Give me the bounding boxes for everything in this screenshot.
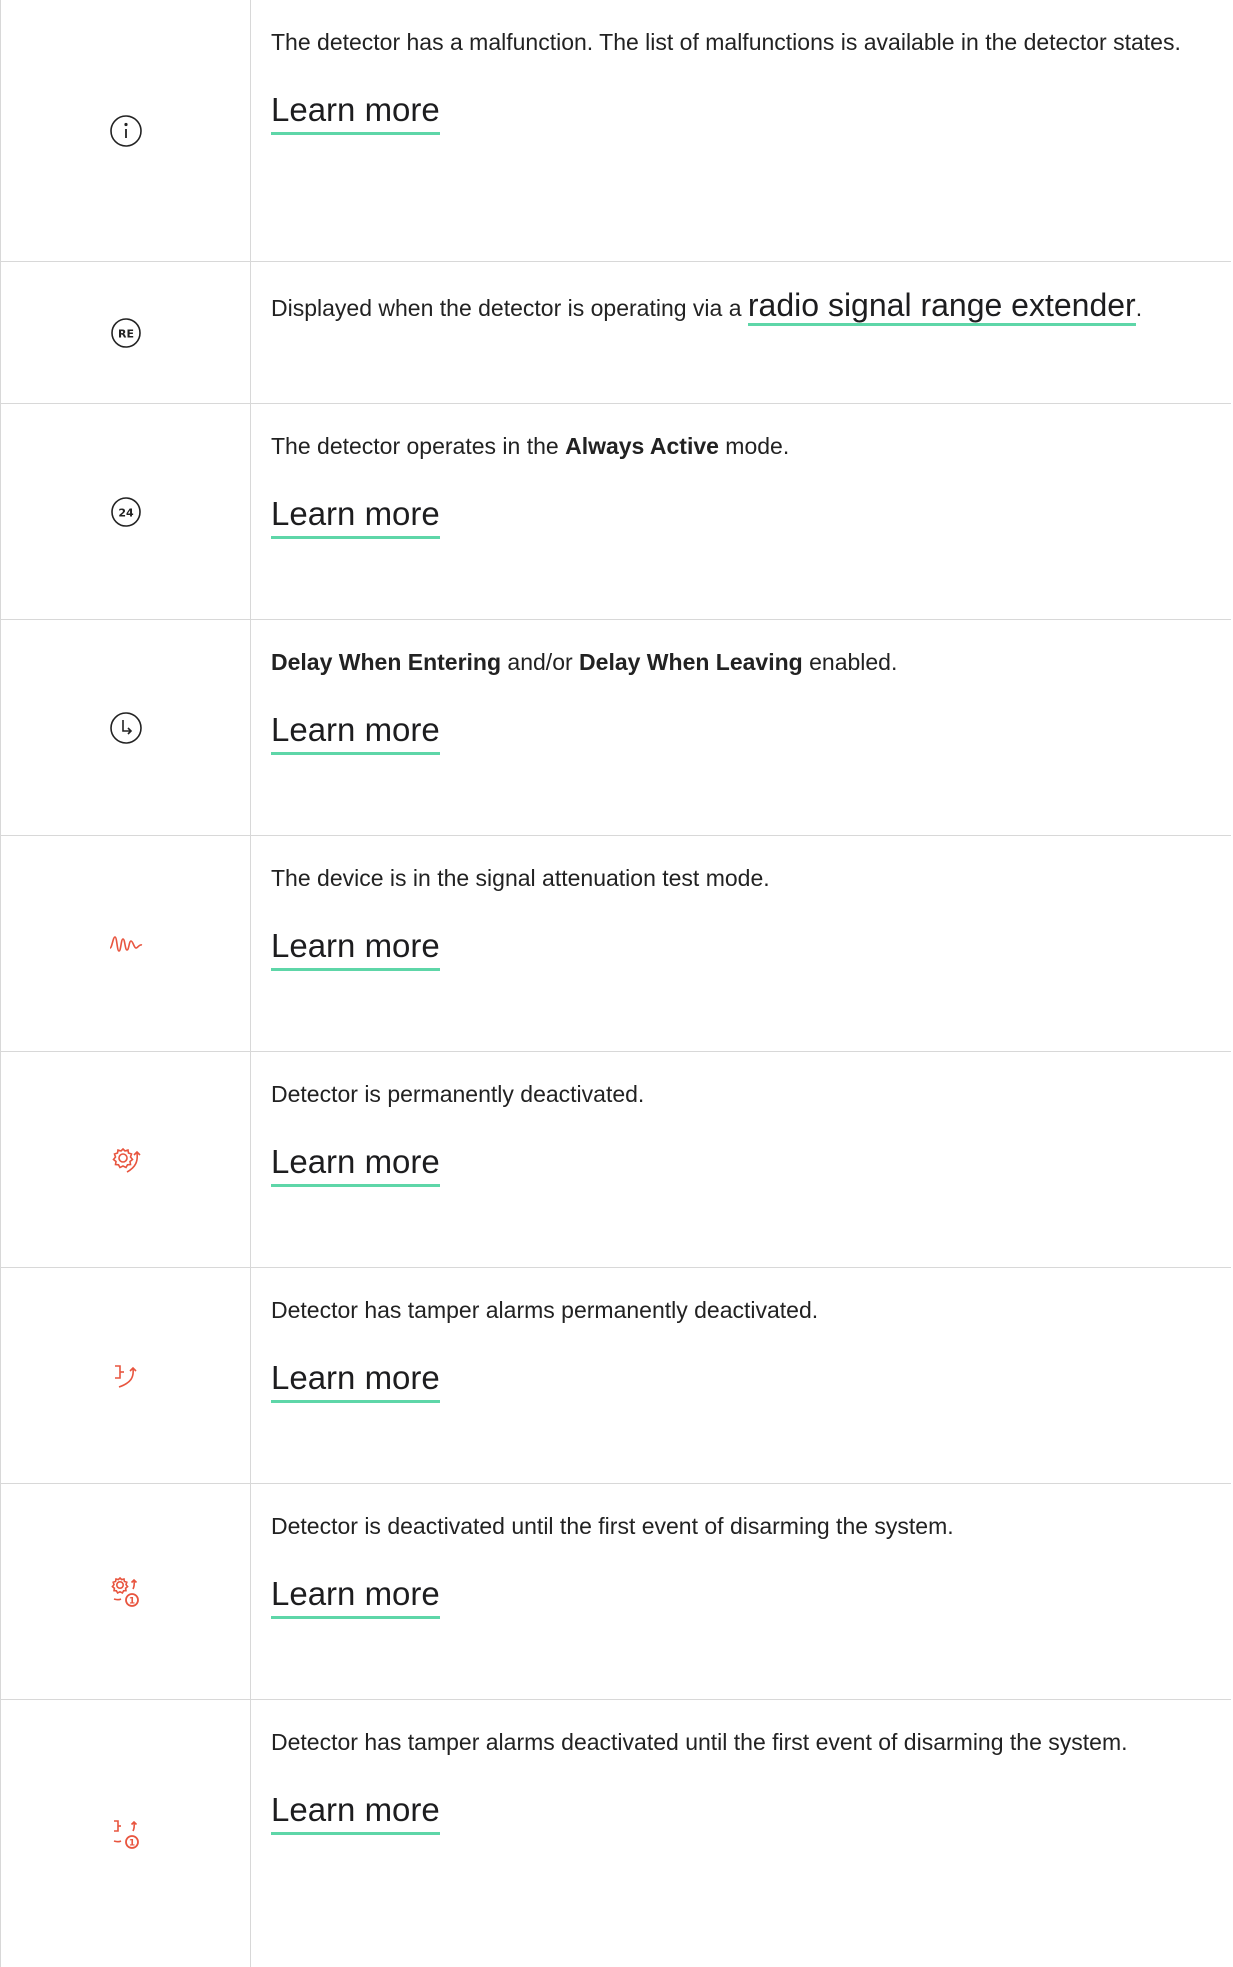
icon-cell	[1, 620, 251, 835]
table-row: Delay When Entering and/or Delay When Le…	[1, 620, 1231, 836]
row-description: Detector has tamper alarms deactivated u…	[271, 1729, 1128, 1755]
description-text-end: .	[1135, 295, 1143, 321]
row-description: Displayed when the detector is operating…	[271, 278, 1211, 335]
learn-more-link[interactable]: Learn more	[271, 926, 440, 971]
24-icon: 24	[110, 496, 142, 528]
clock-delay-icon	[109, 711, 143, 745]
description-cell: Displayed when the detector is operating…	[251, 262, 1231, 403]
table-row: Detector has tamper alarms permanently d…	[1, 1268, 1231, 1484]
row-description: Detector is deactivated until the first …	[271, 1513, 954, 1539]
description-cell: The device is in the signal attenuation …	[251, 836, 1231, 1051]
table-row: 1 Detector has tamper alarms deactivated…	[1, 1700, 1231, 1967]
icon-cell: RE	[1, 262, 251, 403]
icon-cell	[1, 836, 251, 1051]
description-cell: Detector has tamper alarms deactivated u…	[251, 1700, 1231, 1967]
svg-text:RE: RE	[118, 327, 134, 340]
row-description: Detector has tamper alarms permanently d…	[271, 1297, 819, 1323]
icon-cell	[1, 1268, 251, 1483]
icon-cell: 1	[1, 1484, 251, 1699]
setting-name: Delay When Entering	[271, 649, 502, 675]
table-row: 1 Detector is deactivated until the firs…	[1, 1484, 1231, 1700]
gear-one-time-icon: 1	[109, 1575, 143, 1609]
learn-more-link[interactable]: Learn more	[271, 494, 440, 539]
info-icon	[109, 114, 143, 148]
re-icon: RE	[110, 317, 142, 349]
signal-wave-icon	[108, 933, 144, 955]
icon-cell: 1	[1, 1700, 251, 1967]
icon-cell: 24	[1, 404, 251, 619]
icon-cell	[1, 1052, 251, 1267]
description-cell: Detector is permanently deactivated. Lea…	[251, 1052, 1231, 1267]
setting-name: Delay When Leaving	[579, 649, 803, 675]
row-description: The device is in the signal attenuation …	[271, 865, 770, 891]
table-row: RE Displayed when the detector is operat…	[1, 262, 1231, 404]
learn-more-link[interactable]: Learn more	[271, 710, 440, 755]
gear-deactivated-icon	[109, 1145, 143, 1175]
learn-more-link[interactable]: Learn more	[271, 90, 440, 135]
table-row: The device is in the signal attenuation …	[1, 836, 1231, 1052]
states-table: The detector has a malfunction. The list…	[0, 0, 1231, 1967]
svg-text:1: 1	[128, 1596, 134, 1606]
row-description: The detector operates in the Always Acti…	[271, 433, 790, 459]
learn-more-link[interactable]: Learn more	[271, 1574, 440, 1619]
icon-cell	[1, 0, 251, 261]
range-extender-link[interactable]: radio signal range extender	[747, 287, 1136, 326]
learn-more-link[interactable]: Learn more	[271, 1790, 440, 1835]
table-row: 24 The detector operates in the Always A…	[1, 404, 1231, 620]
description-text: Displayed when the detector is operating…	[271, 295, 748, 321]
description-cell: The detector operates in the Always Acti…	[251, 404, 1231, 619]
table-row: The detector has a malfunction. The list…	[1, 0, 1231, 262]
svg-text:24: 24	[118, 506, 134, 519]
row-description: Delay When Entering and/or Delay When Le…	[271, 649, 898, 675]
description-cell: Delay When Entering and/or Delay When Le…	[251, 620, 1231, 835]
tamper-one-time-icon: 1	[109, 1817, 143, 1851]
description-cell: The detector has a malfunction. The list…	[251, 0, 1231, 261]
svg-text:1: 1	[128, 1838, 134, 1848]
mode-name: Always Active	[565, 433, 719, 459]
description-cell: Detector is deactivated until the first …	[251, 1484, 1231, 1699]
row-description: Detector is permanently deactivated.	[271, 1081, 645, 1107]
tamper-deactivated-icon	[109, 1361, 143, 1391]
row-description: The detector has a malfunction. The list…	[271, 29, 1181, 55]
learn-more-link[interactable]: Learn more	[271, 1142, 440, 1187]
learn-more-link[interactable]: Learn more	[271, 1358, 440, 1403]
table-row: Detector is permanently deactivated. Lea…	[1, 1052, 1231, 1268]
description-cell: Detector has tamper alarms permanently d…	[251, 1268, 1231, 1483]
